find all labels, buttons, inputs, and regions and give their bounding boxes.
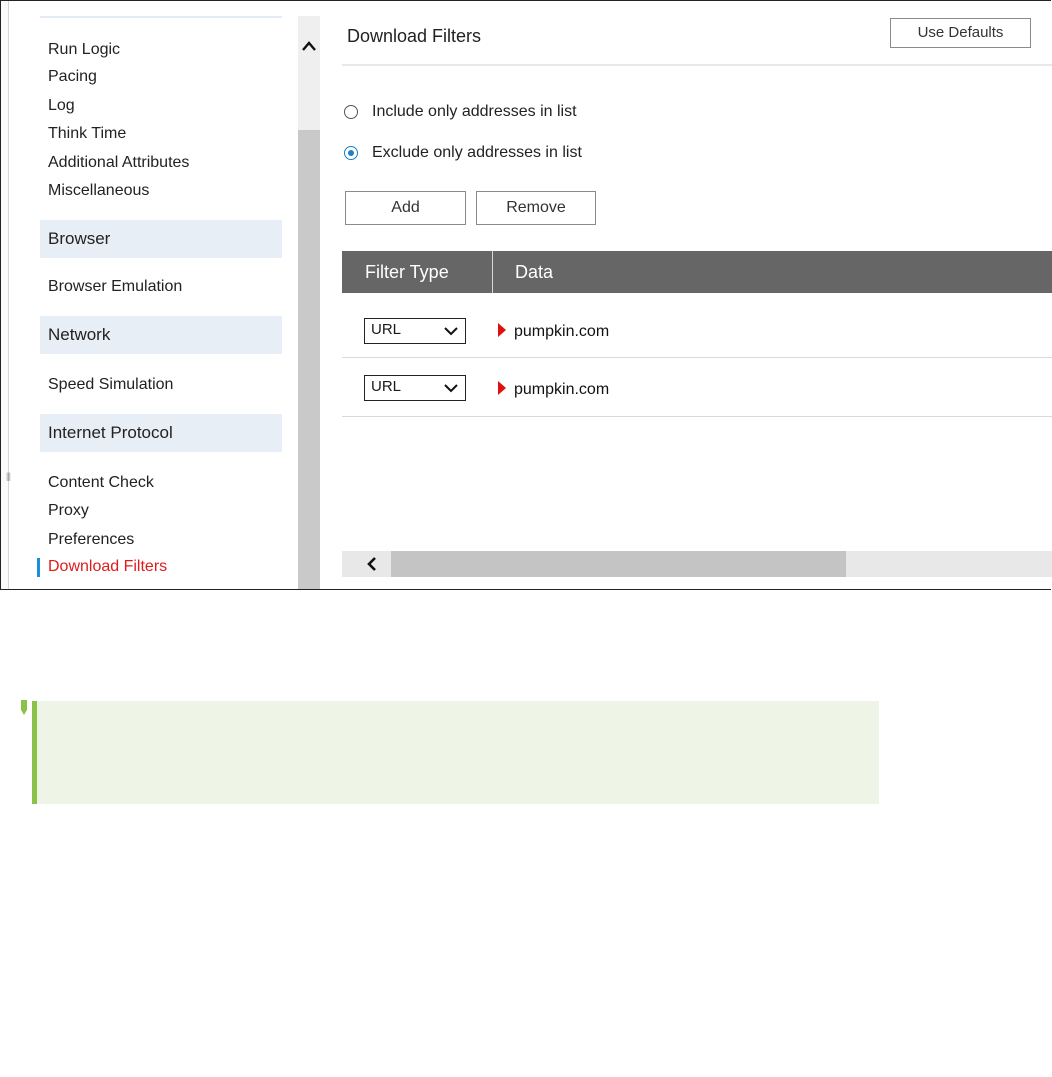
chevron-up-icon[interactable] [300, 38, 318, 54]
filter-type-value: URL [371, 321, 402, 338]
filter-type-value: URL [371, 378, 402, 395]
radio-label: Include only addresses in list [372, 103, 577, 120]
filters-table-header: Filter Type Data [342, 251, 1052, 293]
sidebar-item-log[interactable]: Log [48, 96, 75, 116]
sidebar-item-pacing[interactable]: Pacing [48, 67, 97, 87]
sidebar-item-proxy[interactable]: Proxy [48, 501, 89, 521]
sidebar-scrollbar-thumb[interactable] [298, 130, 320, 590]
active-item-indicator [37, 558, 40, 577]
caret-right-icon [498, 381, 506, 395]
note-callout [32, 701, 879, 804]
table-row[interactable]: URL pumpkin.com [342, 359, 1052, 417]
radio-button-checked[interactable] [344, 146, 358, 160]
sidebar-item-miscellaneous[interactable]: Miscellaneous [48, 181, 149, 201]
add-button[interactable]: Add [345, 191, 466, 225]
use-defaults-button[interactable]: Use Defaults [890, 18, 1031, 48]
sidebar-item-speed-simulation[interactable]: Speed Simulation [48, 375, 173, 395]
title-divider [342, 64, 1052, 66]
section-header-browser: Browser [40, 220, 282, 258]
column-header-filter-type[interactable]: Filter Type [365, 251, 449, 293]
sidebar-item-browser-emulation[interactable]: Browser Emulation [48, 277, 182, 297]
filter-type-select[interactable]: URL [364, 375, 466, 401]
column-divider [492, 251, 493, 293]
table-row[interactable]: URL pumpkin.com [342, 300, 1052, 358]
sidebar-item-preferences[interactable]: Preferences [48, 530, 134, 550]
radio-include-addresses[interactable]: Include only addresses in list [344, 103, 577, 121]
radio-exclude-addresses[interactable]: Exclude only addresses in list [344, 144, 582, 162]
chevron-left-icon[interactable] [364, 556, 380, 572]
chevron-down-icon [444, 323, 458, 337]
sidebar-scrollbar[interactable] [298, 16, 320, 590]
section-header-internet-protocol: Internet Protocol [40, 414, 282, 452]
table-horizontal-scrollbar[interactable] [342, 551, 1052, 577]
filter-data-cell[interactable]: pumpkin.com [514, 323, 609, 341]
remove-button[interactable]: Remove [476, 191, 596, 225]
sidebar-item-additional-attributes[interactable]: Additional Attributes [48, 153, 189, 173]
sidebar-top-divider [40, 16, 282, 18]
chevron-down-icon [444, 380, 458, 394]
download-filters-panel: Download Filters Use Defaults Include on… [342, 0, 1052, 590]
section-header-network: Network [40, 316, 282, 354]
filter-data-cell[interactable]: pumpkin.com [514, 381, 609, 399]
radio-label: Exclude only addresses in list [372, 144, 582, 161]
runtime-settings-window: ||| Run Logic Pacing Log Think Time Addi… [0, 0, 1052, 590]
splitter[interactable]: ||| [0, 0, 11, 590]
filter-type-select[interactable]: URL [364, 318, 466, 344]
sidebar-item-content-check[interactable]: Content Check [48, 473, 154, 493]
note-icon [19, 700, 29, 720]
sidebar-item-download-filters[interactable]: Download Filters [48, 557, 167, 577]
sidebar-item-run-logic[interactable]: Run Logic [48, 40, 120, 60]
radio-button[interactable] [344, 105, 358, 119]
caret-right-icon [498, 323, 506, 337]
grip-icon[interactable]: ||| [6, 471, 11, 481]
settings-sidebar: Run Logic Pacing Log Think Time Addition… [37, 0, 282, 590]
sidebar-item-think-time[interactable]: Think Time [48, 124, 126, 144]
page-title: Download Filters [347, 26, 482, 46]
column-header-data[interactable]: Data [515, 251, 553, 293]
horizontal-scrollbar-thumb[interactable] [391, 551, 846, 577]
